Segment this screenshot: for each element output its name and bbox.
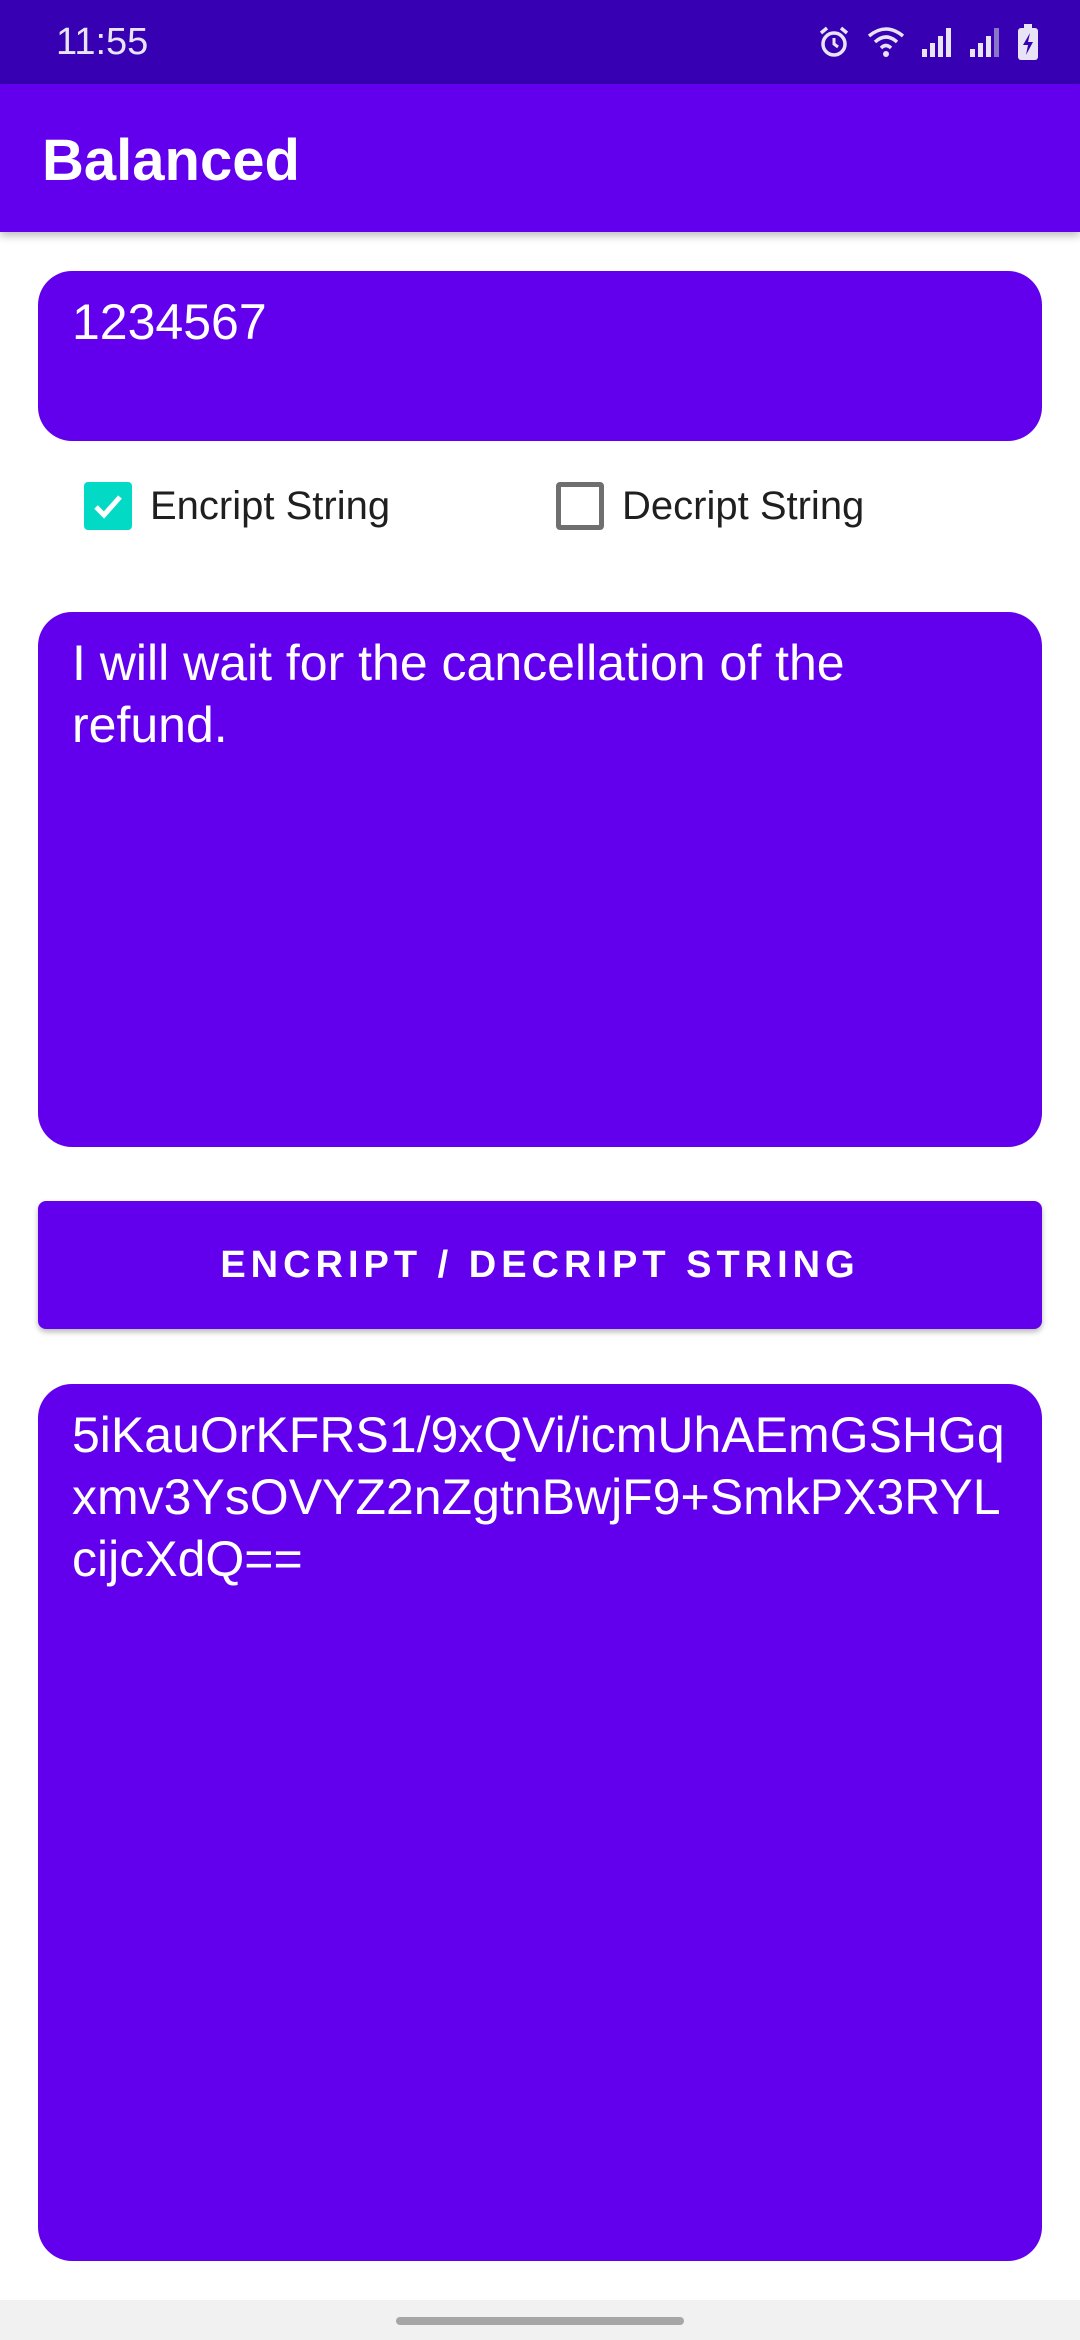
navigation-bar bbox=[0, 2300, 1080, 2340]
decrypt-string-checkbox[interactable]: Decript String bbox=[556, 480, 864, 532]
status-icons bbox=[816, 22, 1040, 62]
decrypt-string-label: Decript String bbox=[622, 484, 865, 528]
result-output[interactable]: 5iKauOrKFRS1/9xQVi/icmUhAEmGSHGqxmv3YsOV… bbox=[38, 1384, 1042, 2261]
encrypt-decrypt-button[interactable]: ENCRIPT / DECRIPT STRING bbox=[38, 1201, 1042, 1329]
wifi-icon bbox=[866, 24, 906, 60]
signal-icon bbox=[920, 25, 954, 59]
home-gesture-handle[interactable] bbox=[396, 2317, 684, 2325]
status-time: 11:55 bbox=[56, 21, 149, 63]
key-input[interactable]: 1234567 bbox=[38, 271, 1042, 441]
message-input[interactable]: I will wait for the cancellation of the … bbox=[38, 612, 1042, 1147]
app-bar: Balanced bbox=[0, 84, 1080, 232]
page-title: Balanced bbox=[42, 128, 300, 193]
alarm-icon bbox=[816, 24, 852, 60]
status-bar: 11:55 bbox=[0, 0, 1080, 84]
checkbox-unchecked-icon[interactable] bbox=[556, 482, 604, 530]
encrypt-string-label: Encript String bbox=[150, 484, 391, 528]
signal-icon bbox=[968, 25, 1002, 59]
checkbox-checked-icon[interactable] bbox=[84, 482, 132, 530]
battery-charging-icon bbox=[1016, 23, 1040, 61]
encrypt-string-checkbox[interactable]: Encript String bbox=[84, 480, 390, 532]
